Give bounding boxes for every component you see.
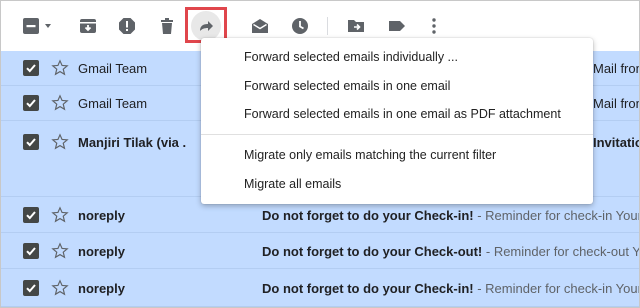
email-subject-fragment: Mail from: [593, 61, 639, 76]
mark-as-read-button[interactable]: [248, 14, 272, 38]
email-subject-line: Do not forget to do your Check-in! - Rem…: [262, 281, 640, 296]
email-subject: Do not forget to do your Check-in!: [262, 208, 474, 223]
email-sender: noreply: [78, 208, 125, 223]
more-options-icon: [424, 16, 444, 36]
star-icon[interactable]: [51, 133, 69, 151]
checkmark-icon: [26, 99, 36, 108]
select-all-button[interactable]: [19, 14, 57, 38]
snooze-button[interactable]: [288, 14, 312, 38]
email-snippet: - Reminder for check-in Your s: [473, 281, 640, 296]
archive-button[interactable]: [76, 14, 100, 38]
email-subject-fragment: Mail from: [593, 96, 639, 111]
email-subject-fragment: Invitatio: [593, 135, 640, 150]
email-subject-line: Do not forget to do your Check-in! - Rem…: [262, 208, 640, 223]
menu-item-forward-individually[interactable]: Forward selected emails individually ...: [201, 43, 593, 71]
menu-item-forward-as-pdf[interactable]: Forward selected emails in one email as …: [201, 100, 593, 128]
email-row[interactable]: noreply Do not forget to do your Check-o…: [1, 233, 640, 269]
checkmark-icon: [26, 211, 36, 220]
email-snippet: - Reminder for check-out Your s: [485, 244, 640, 259]
menu-item-migrate-all[interactable]: Migrate all emails: [201, 170, 593, 198]
star-icon[interactable]: [51, 206, 69, 224]
menu-divider: [201, 134, 593, 135]
forward-options-menu: Forward selected emails individually ...…: [201, 38, 593, 204]
row-checkbox[interactable]: [23, 207, 39, 223]
archive-icon: [78, 16, 98, 36]
star-icon[interactable]: [51, 242, 69, 260]
email-sender: Gmail Team: [78, 96, 148, 111]
toolbar-divider: [327, 17, 328, 35]
row-checkbox[interactable]: [23, 95, 39, 111]
checkmark-icon: [26, 138, 36, 147]
email-sender: Manjiri Tilak (via .: [78, 135, 187, 150]
email-subject: Do not forget to do your Check-in!: [262, 281, 474, 296]
menu-item-label: Migrate only emails matching the current…: [244, 148, 497, 162]
row-checkbox[interactable]: [23, 134, 39, 150]
email-sender: noreply: [78, 244, 125, 259]
row-checkbox[interactable]: [23, 280, 39, 296]
email-sender: noreply: [78, 281, 125, 296]
star-icon[interactable]: [51, 94, 69, 112]
email-row[interactable]: noreply Do not forget to do your Check-i…: [1, 269, 640, 307]
email-subject: Do not forget to do your Check-out!: [262, 244, 483, 259]
menu-item-label: Forward selected emails individually ...: [244, 50, 458, 64]
row-checkbox[interactable]: [23, 243, 39, 259]
label-icon: [387, 16, 407, 36]
menu-item-label: Forward selected emails in one email: [244, 79, 451, 93]
mark-as-read-icon: [250, 16, 270, 36]
gmail-window: Gmail Team Mail from Gmail Team Mail fro…: [0, 0, 640, 308]
label-button[interactable]: [385, 14, 409, 38]
move-to-icon: [346, 16, 366, 36]
menu-item-label: Migrate all emails: [244, 177, 342, 191]
more-options-button[interactable]: [422, 14, 446, 38]
delete-button[interactable]: [155, 14, 179, 38]
menu-item-forward-in-one-email[interactable]: Forward selected emails in one email: [201, 72, 593, 100]
report-spam-button[interactable]: [115, 14, 139, 38]
star-icon[interactable]: [51, 279, 69, 297]
checkmark-icon: [26, 64, 36, 73]
row-checkbox[interactable]: [23, 60, 39, 76]
checkmark-icon: [26, 247, 36, 256]
select-all-checkbox-icon: [19, 14, 57, 38]
snooze-icon: [290, 16, 310, 36]
checkmark-icon: [26, 284, 36, 293]
email-sender: Gmail Team: [78, 61, 148, 76]
menu-item-label: Forward selected emails in one email as …: [244, 107, 561, 121]
menu-item-migrate-filtered[interactable]: Migrate only emails matching the current…: [201, 141, 593, 169]
report-spam-icon: [117, 16, 137, 36]
delete-icon: [157, 16, 177, 36]
email-subject-line: Do not forget to do your Check-out! - Re…: [262, 244, 640, 259]
star-icon[interactable]: [51, 59, 69, 77]
move-to-button[interactable]: [344, 14, 368, 38]
email-snippet: - Reminder for check-in Your s: [473, 208, 640, 223]
